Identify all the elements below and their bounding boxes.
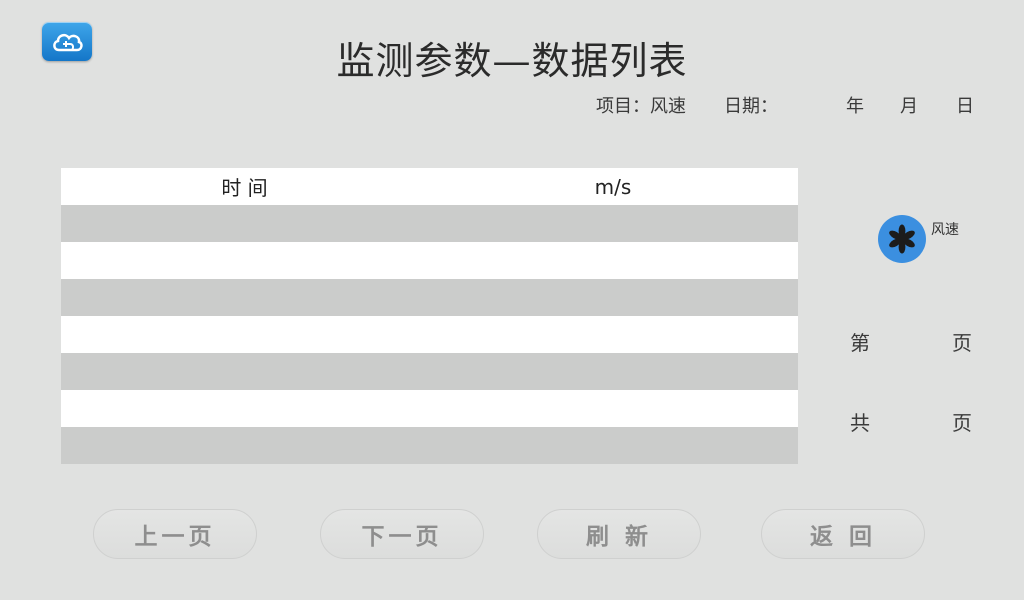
back-button[interactable]: 返 回 [761,509,925,559]
prev-page-button[interactable]: 上一页 [93,509,257,559]
table-cell-time [61,279,428,316]
table-cell-value [428,242,798,279]
total-pages-suffix: 页 [952,411,972,435]
table-cell-time [61,316,428,353]
table-cell-value [428,205,798,242]
table-row [61,316,798,353]
table-cell-time [61,242,428,279]
table-cell-value [428,316,798,353]
date-year-label: 年 [846,96,864,117]
table-row [61,242,798,279]
table-cell-time [61,205,428,242]
column-header-time: 时 间 [221,176,268,200]
date-month-label: 月 [900,96,918,117]
fan-icon[interactable] [878,215,926,263]
parameter-label: 风速 [931,222,959,238]
data-table: 时 间 m/s [61,168,798,464]
table-row [61,279,798,316]
total-pages-prefix: 共 [850,411,870,435]
current-page-suffix: 页 [952,331,972,355]
table-cell-value [428,353,798,390]
refresh-button[interactable]: 刷 新 [537,509,701,559]
table-row [61,205,798,242]
table-cell-value [428,390,798,427]
project-label: 项目：风速 [596,96,686,117]
table-cell-time [61,427,428,464]
table-header-row: 时 间 m/s [61,168,798,205]
fan-blades-icon [889,224,915,254]
page-title: 监测参数—数据列表 [336,39,688,83]
table-cell-value [428,427,798,464]
date-label: 日期： [724,96,778,117]
next-page-button[interactable]: 下一页 [320,509,484,559]
column-header-value: m/s [594,174,632,199]
table-row [61,390,798,427]
table-row [61,353,798,390]
table-row [61,427,798,464]
date-day-label: 日 [956,96,974,117]
table-cell-value [428,279,798,316]
table-cell-time [61,390,428,427]
current-page-prefix: 第 [850,331,870,355]
table-cell-time [61,353,428,390]
